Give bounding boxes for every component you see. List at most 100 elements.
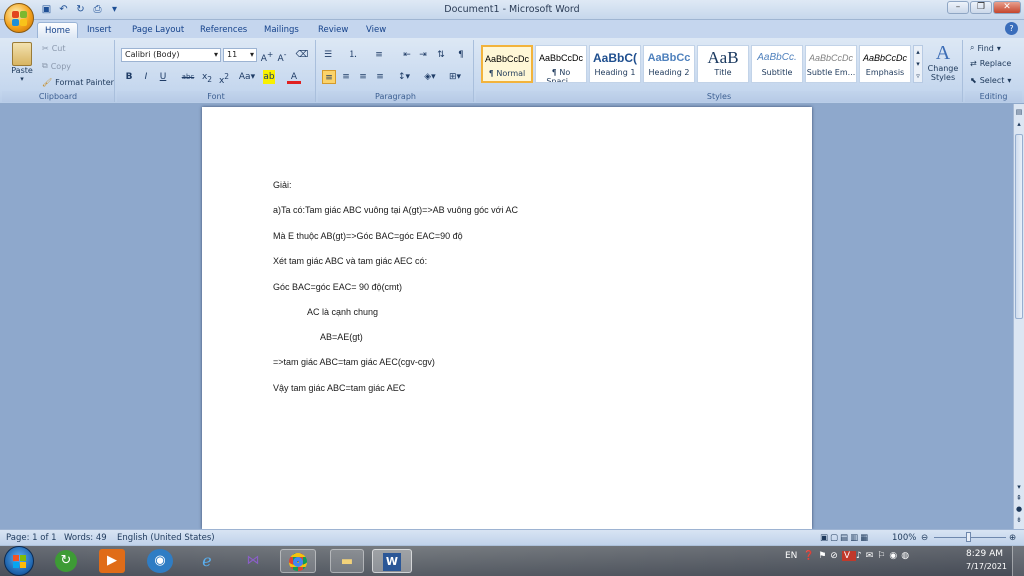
styles-label: Styles [476,91,962,102]
chrome-icon[interactable] [280,549,316,573]
tab-page-layout[interactable]: Page Layout [125,22,191,39]
style-subtle-emphasis[interactable]: AaBbCcDc Subtle Em... [805,45,857,83]
clipboard-label: Clipboard [2,91,114,102]
superscript-icon[interactable]: x2 [217,70,231,86]
style-heading-1[interactable]: AaBbC(Heading 1 [589,45,641,83]
style-emphasis[interactable]: AaBbCcDc Emphasis [859,45,911,83]
zoom-level[interactable]: 100% [892,533,916,543]
sort-icon[interactable]: ⇅ [434,48,448,62]
copy-button[interactable]: ⧉ Copy [42,61,71,71]
show-desktop-button[interactable] [1012,546,1024,576]
internet-explorer-icon[interactable]: ℯ [194,549,220,573]
doc-line: =>tam giác ABC=tam giác AEC(cgv-cgv) [273,357,435,367]
italic-icon[interactable]: I [139,70,153,84]
editing-group: ⌕ Find ▾ ⇄ Replace ⬉ Select ▾ Editing [965,40,1022,102]
bold-icon[interactable]: B [122,70,136,84]
visual-studio-icon[interactable]: ⋈ [240,549,266,573]
office-button[interactable] [4,3,34,33]
align-right-icon[interactable]: ≡ [356,70,370,84]
font-name-box[interactable]: Calibri (Body) ▾ [121,48,221,62]
justify-icon[interactable]: ≡ [373,70,387,84]
media-player-icon[interactable]: ▶ [99,549,125,573]
highlight-icon[interactable]: ab [263,70,275,84]
subscript-icon[interactable]: x2 [200,70,214,84]
clear-formatting-icon[interactable]: ⌫ [295,48,309,62]
styles-scroll[interactable]: ▴ ▾ ▿ [913,45,923,83]
change-styles-button[interactable]: A Change Styles [925,42,961,82]
scroll-nav-icons[interactable]: ▾ ⇞ ● ⇟ [1015,482,1023,526]
chevron-down-icon: ▾ [249,50,254,59]
style-heading-2[interactable]: AaBbCc Heading 2 [643,45,695,83]
align-center-icon[interactable]: ≡ [339,70,353,84]
style-no-spacing[interactable]: AaBbCcDc ¶ No Spaci... [535,45,587,83]
clock-time[interactable]: 8:29 AM [966,549,1003,559]
scroll-up-icon[interactable]: ▴ [1015,120,1023,130]
tab-home[interactable]: Home [37,22,79,39]
zoom-out-icon[interactable]: ⊖ [921,533,928,543]
style-title[interactable]: AaB Title [697,45,749,83]
shrink-font-icon[interactable]: A- [275,48,289,64]
font-size-box[interactable]: 11 ▾ [223,48,257,62]
paragraph-group: ☰ ⒈ ≡ ⇤ ⇥ ⇅ ¶ ≡ ≡ ≡ ≡ ↕▾ ◈▾ ⊞▾ Paragraph [318,40,474,102]
bullets-icon[interactable]: ☰ [321,48,335,62]
doc-line: Mà E thuộc AB(gt)=>Góc BAC=góc EAC=90 độ [273,231,463,241]
doc-line: AC là cạnh chung [307,307,379,317]
view-buttons[interactable]: ▣▢▤▥▦ [820,533,870,543]
numbering-icon[interactable]: ⒈ [346,48,360,62]
start-button[interactable] [4,546,34,576]
zoom-slider-thumb[interactable] [966,532,971,542]
cut-button[interactable]: ✂ Cut [42,44,66,53]
style-normal[interactable]: AaBbCcDc ¶ Normal [481,45,533,83]
language-indicator[interactable]: English (United States) [117,533,215,543]
tab-insert[interactable]: Insert [80,22,118,39]
zoom-in-icon[interactable]: ⊕ [1009,533,1016,543]
brush-icon: 🖌 [42,78,53,87]
show-marks-icon[interactable]: ¶ [454,48,468,62]
increase-indent-icon[interactable]: ⇥ [416,48,430,62]
chat-app-icon[interactable]: ◉ [147,549,173,573]
font-color-icon[interactable]: A [287,70,301,84]
tab-references[interactable]: References [193,22,254,39]
multilevel-list-icon[interactable]: ≡ [372,48,386,62]
style-subtitle[interactable]: AaBbCc. Subtitle [751,45,803,83]
shading-icon[interactable]: ◈▾ [420,70,440,84]
paste-button[interactable]: Paste ▾ [8,42,36,83]
change-case-icon[interactable]: Aa▾ [237,70,257,84]
app-icon[interactable]: ↻ [55,550,77,572]
replace-button[interactable]: ⇄ Replace [970,59,1011,68]
maximize-button[interactable]: ❐ [970,1,992,14]
underline-icon[interactable]: U [156,70,170,84]
language-bar[interactable]: EN [785,551,797,561]
ruler-toggle-icon[interactable]: ▤ [1015,108,1023,118]
clock-date[interactable]: 7/17/2021 [966,562,1007,571]
borders-icon[interactable]: ⊞▾ [445,70,465,84]
align-left-icon[interactable]: ≡ [322,70,336,84]
page-count[interactable]: Page: 1 of 1 [6,533,57,543]
format-painter-button[interactable]: 🖌 Format Painter [42,78,114,87]
doc-line: Xét tam giác ABC và tam giác AEC có: [273,256,428,266]
select-button[interactable]: ⬉ Select ▾ [970,76,1011,85]
find-button[interactable]: ⌕ Find ▾ [970,43,1001,53]
line-spacing-icon[interactable]: ↕▾ [394,70,414,84]
word-count[interactable]: Words: 49 [64,533,107,543]
decrease-indent-icon[interactable]: ⇤ [400,48,414,62]
doc-line: a)Ta có:Tam giác ABC vuông tại A(gt)=>AB… [273,205,519,215]
grow-font-icon[interactable]: A+ [260,48,274,64]
tab-mailings[interactable]: Mailings [257,22,306,39]
tab-view[interactable]: View [359,22,393,39]
status-bar: Page: 1 of 1 Words: 49 English (United S… [0,529,1024,545]
minimize-button[interactable]: – [947,1,969,14]
help-icon[interactable]: ? [1005,22,1018,35]
document-page[interactable] [202,107,812,529]
scroll-thumb[interactable] [1015,134,1023,319]
tray-icons[interactable]: ❓⚑⊘ V ♪✉⚐◉◍ [803,551,913,561]
tab-review[interactable]: Review [311,22,355,39]
strikethrough-icon[interactable]: abc [181,70,195,84]
binoculars-icon: ⌕ [970,43,975,52]
vertical-scrollbar[interactable]: ▤ ▴ ▾ ⇞ ● ⇟ [1013,104,1024,529]
file-explorer-icon[interactable]: ▬ [330,549,364,573]
close-button[interactable]: ✕ [993,1,1021,14]
word-taskbar-icon[interactable]: W [372,549,412,573]
font-label: Font [117,91,315,102]
font-group: Calibri (Body) ▾ 11 ▾ A+ A- ⌫ B I U abc x2… [117,40,316,102]
